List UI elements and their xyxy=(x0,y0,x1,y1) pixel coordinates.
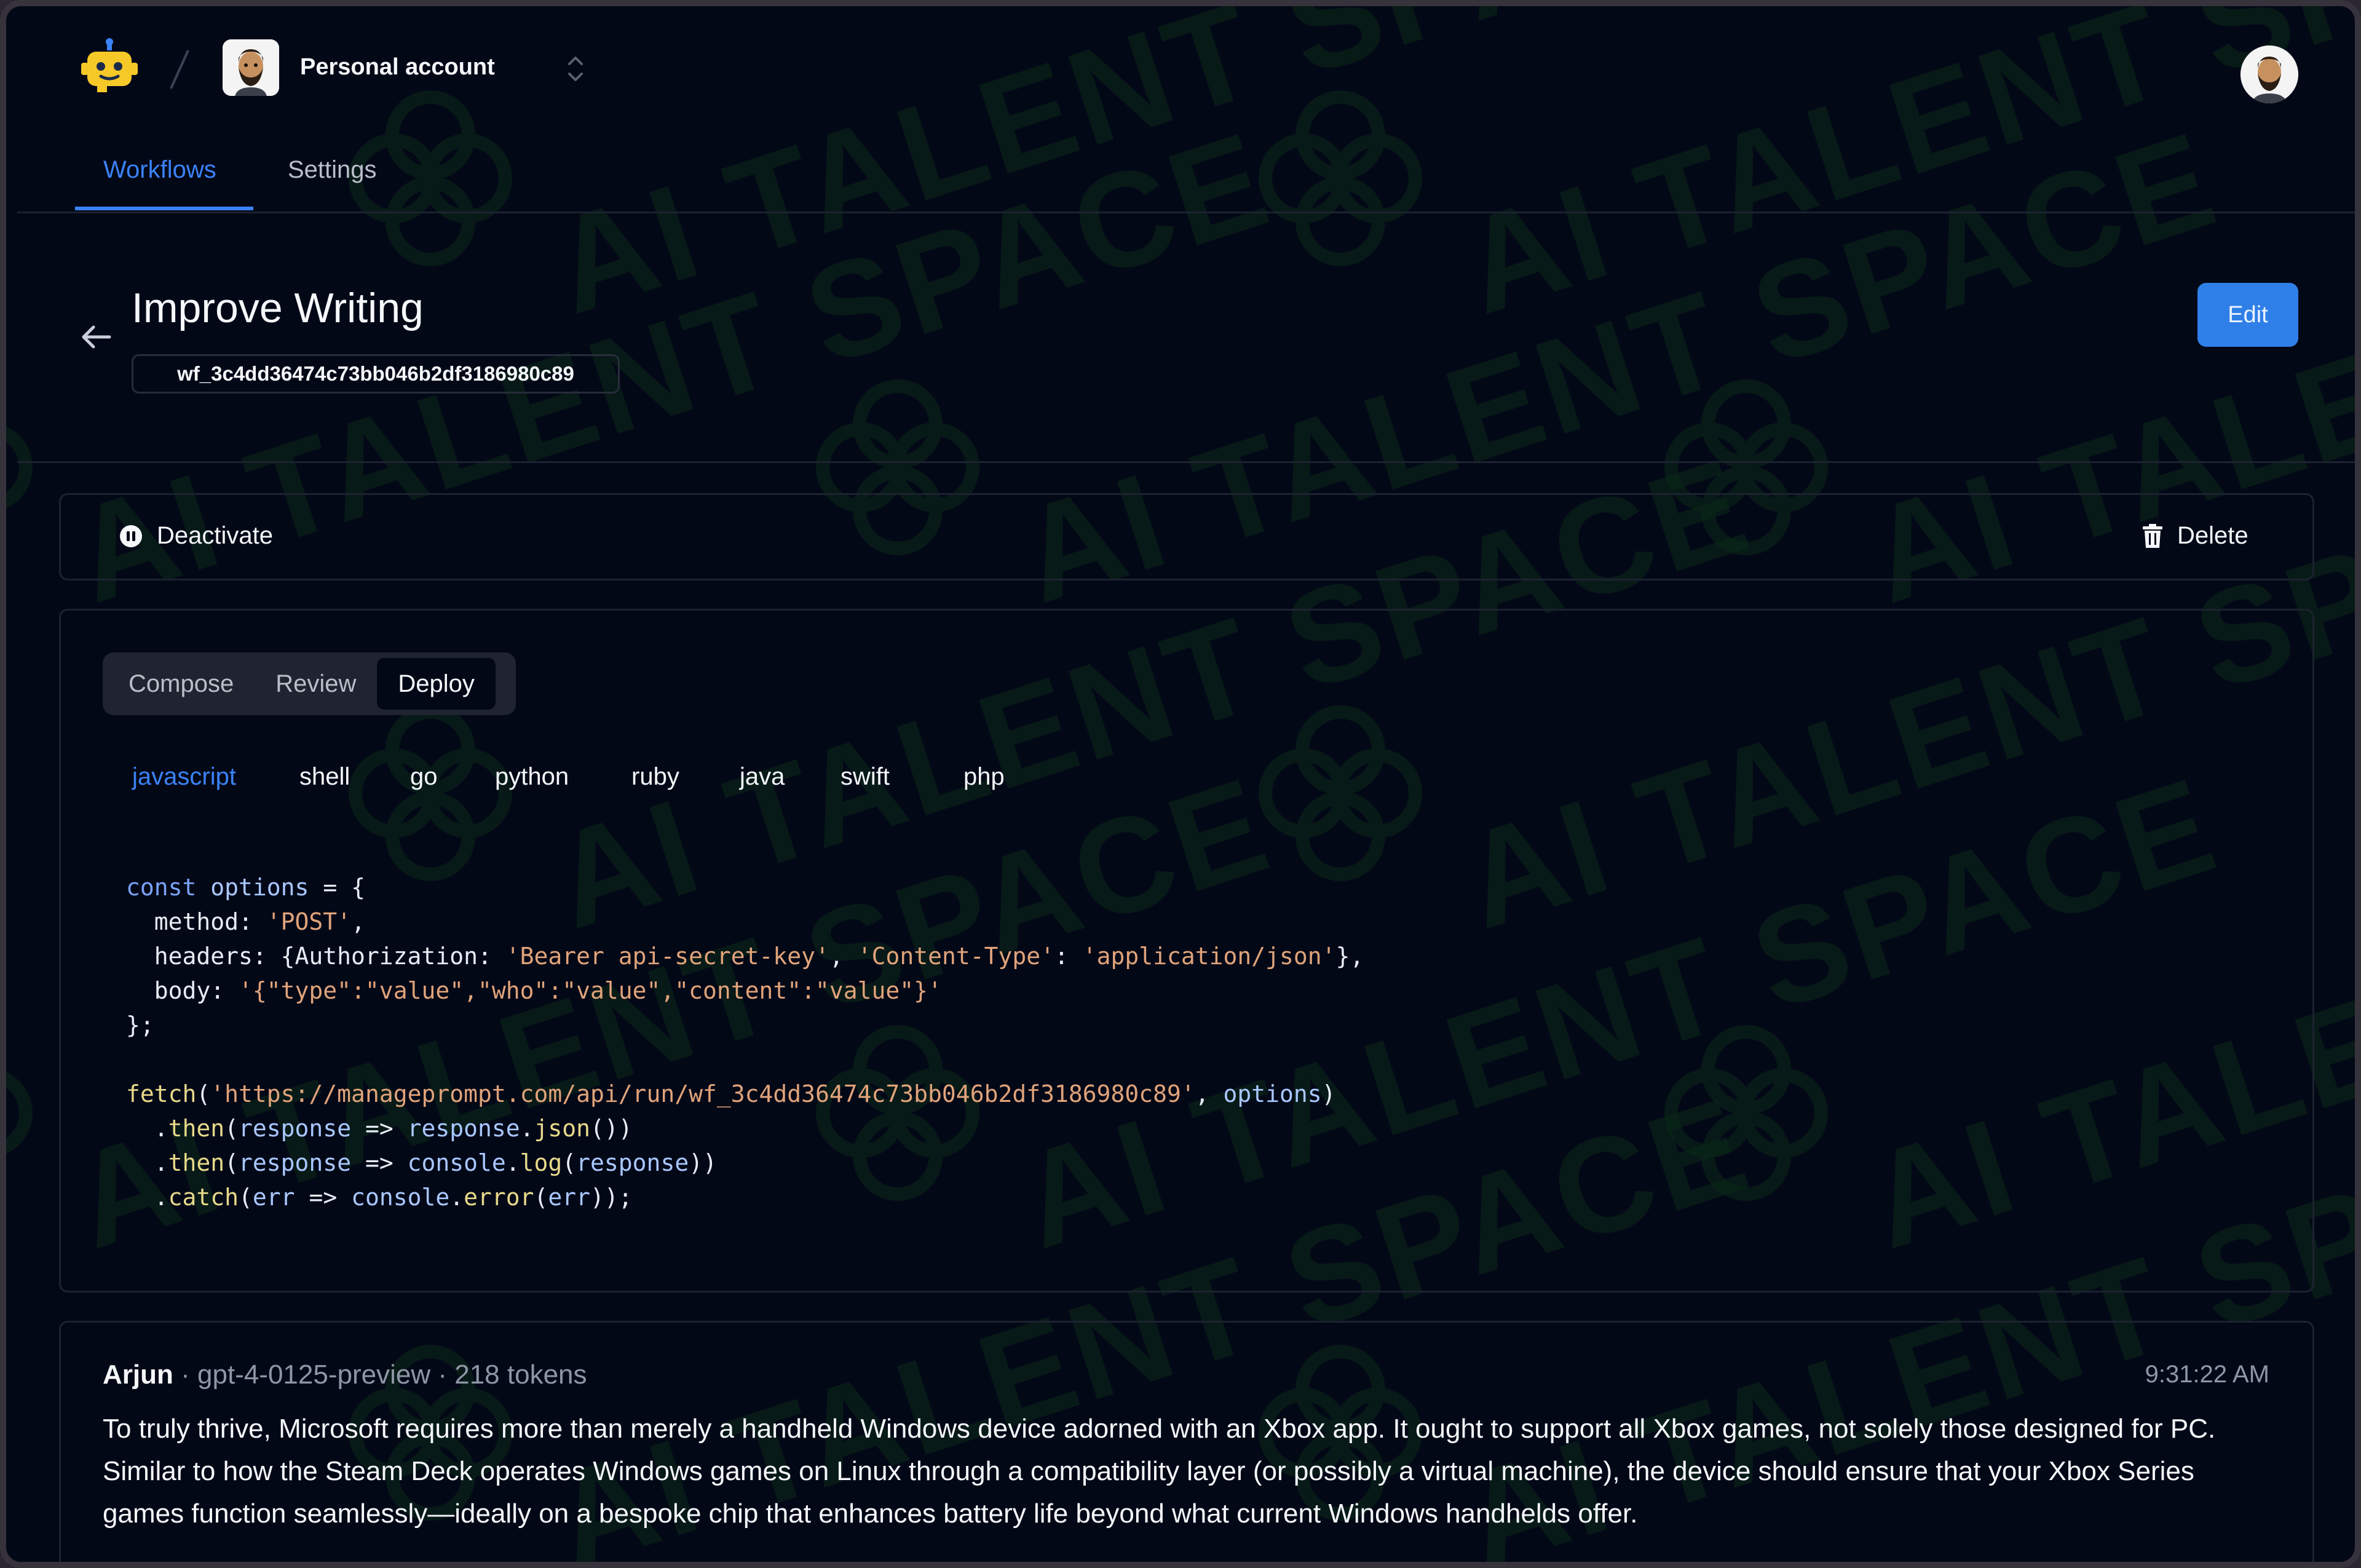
run-message: To truly thrive, Microsoft requires more… xyxy=(103,1414,2216,1529)
user-avatar[interactable] xyxy=(2240,46,2298,103)
lang-tab-swift[interactable]: swift xyxy=(840,763,890,791)
account-avatar[interactable] xyxy=(223,39,279,96)
run-output-panel: Arjun · gpt-4-0125-preview · 218 tokens … xyxy=(59,1321,2314,1562)
mode-switcher: Compose Review Deploy xyxy=(103,652,516,715)
delete-button[interactable]: Delete xyxy=(2142,522,2248,550)
code-snippet[interactable]: const options = { method: 'POST', header… xyxy=(126,870,1364,1214)
delete-label: Delete xyxy=(2177,522,2248,549)
account-name[interactable]: Personal account xyxy=(300,54,495,81)
lang-tab-shell[interactable]: shell xyxy=(299,763,350,791)
trash-icon xyxy=(2143,523,2162,548)
back-arrow-icon[interactable] xyxy=(77,319,114,355)
lang-tab-javascript[interactable]: javascript xyxy=(132,763,236,791)
title-divider xyxy=(17,461,2355,463)
lang-tab-python[interactable]: python xyxy=(495,763,569,791)
chevron-up-down-icon[interactable] xyxy=(562,50,589,87)
run-meta: Arjun · gpt-4-0125-preview · 218 tokens xyxy=(103,1360,587,1390)
app-logo-icon[interactable] xyxy=(79,36,140,97)
watermark-text: AI TALENT SPACE xyxy=(535,0,1767,343)
lang-tab-ruby[interactable]: ruby xyxy=(631,763,679,791)
run-tokens: 218 tokens xyxy=(454,1360,587,1390)
deactivate-label: Deactivate xyxy=(157,522,273,549)
run-timestamp: 9:31:22 AM xyxy=(2145,1361,2269,1388)
run-user: Arjun xyxy=(103,1360,173,1390)
watermark-logo-icon xyxy=(6,375,43,563)
action-bar: Deactivate Delete xyxy=(59,493,2314,580)
page-title: Improve Writing xyxy=(132,285,424,331)
active-tab-indicator xyxy=(75,207,253,210)
tab-settings[interactable]: Settings xyxy=(288,156,377,184)
watermark-logo-icon xyxy=(6,1021,43,1208)
edit-button[interactable]: Edit xyxy=(2197,283,2298,347)
workflow-id-badge[interactable]: wf_3c4dd36474c73bb046b2df3186980c89 xyxy=(132,354,620,394)
mode-compose[interactable]: Compose xyxy=(108,658,255,710)
deploy-panel: Compose Review Deploy javascript shell g… xyxy=(59,609,2314,1293)
lang-tab-php[interactable]: php xyxy=(963,763,1005,791)
breadcrumb-separator xyxy=(167,48,192,91)
tab-workflows[interactable]: Workflows xyxy=(103,156,216,184)
watermark-logo-icon xyxy=(1248,86,1433,274)
lang-tab-java[interactable]: java xyxy=(740,763,785,791)
lang-tab-go[interactable]: go xyxy=(410,763,438,791)
nav-divider xyxy=(17,212,2355,213)
mode-review[interactable]: Review xyxy=(255,658,377,710)
pause-circle-icon xyxy=(120,525,142,547)
mode-deploy[interactable]: Deploy xyxy=(377,658,496,710)
app-window: AI TALENT SPACEAI TALENT SPACEAI TALENT … xyxy=(0,0,2361,1568)
run-model: gpt-4-0125-preview xyxy=(197,1360,431,1390)
deactivate-button[interactable]: Deactivate xyxy=(119,522,273,550)
